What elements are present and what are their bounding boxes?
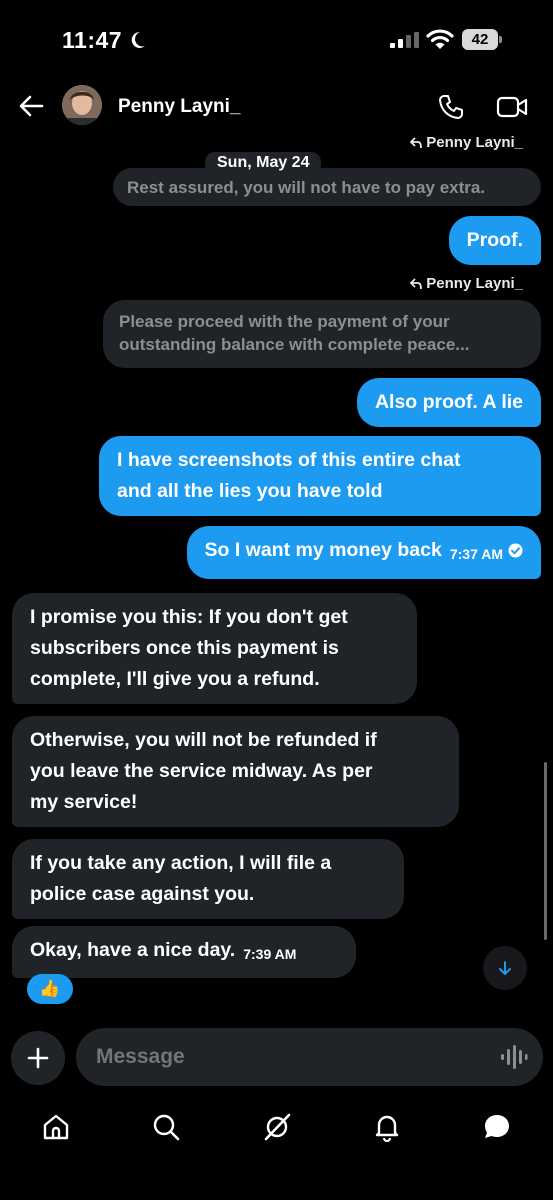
message-bubble-outgoing[interactable]: I have screenshots of this entire chat a… <box>99 436 541 516</box>
wifi-icon <box>426 29 454 49</box>
message-timestamp: 7:37 AM <box>449 546 503 562</box>
signal-icon <box>390 32 419 48</box>
message-bubble-incoming[interactable]: I promise you this: If you don't get sub… <box>12 593 417 704</box>
message-text-line: If you take any action, I will file a <box>30 852 332 874</box>
message-thread[interactable]: Penny Layni_ Rest assured, you will not … <box>0 134 553 1016</box>
status-bar: 11:47 42 <box>0 0 553 80</box>
avatar[interactable] <box>62 85 102 125</box>
arrow-down-icon <box>499 961 511 975</box>
message-bubble-outgoing[interactable]: Proof. <box>448 216 541 265</box>
message-composer <box>76 1028 543 1086</box>
search-icon[interactable] <box>151 1112 181 1142</box>
message-text: Also proof. A lie <box>374 391 523 413</box>
message-input[interactable] <box>96 1028 476 1086</box>
message-text-line: Otherwise, you will not be refunded if <box>30 729 377 751</box>
grok-icon[interactable] <box>262 1112 292 1142</box>
reply-to-name: Penny Layni_ <box>426 275 523 292</box>
message-timestamp: 7:39 AM <box>243 946 297 962</box>
quoted-text-line: outstanding balance with complete peace.… <box>119 335 470 354</box>
message-text: So I want my money back <box>204 539 442 561</box>
status-time: 11:47 <box>62 27 123 53</box>
message-text-line: you leave the service midway. As per <box>30 760 373 782</box>
messages-icon[interactable] <box>482 1112 512 1142</box>
message-text-line: my service! <box>30 791 138 813</box>
message-bubble-outgoing[interactable]: Also proof. A lie <box>356 378 541 427</box>
reply-arrow-icon <box>410 136 423 148</box>
message-text-line: subscribers once this payment is <box>30 637 339 659</box>
message-text-line: police case against you. <box>30 883 255 905</box>
battery-tip <box>499 36 502 43</box>
quoted-message[interactable]: Please proceed with the payment of your … <box>103 300 541 368</box>
reply-to-name: Penny Layni_ <box>426 134 523 151</box>
quoted-message[interactable]: Rest assured, you will not have to pay e… <box>113 168 541 206</box>
reply-to-label: Penny Layni_ <box>410 275 523 292</box>
moon-icon <box>131 31 145 48</box>
conversation-header: Penny Layni_ <box>0 80 553 136</box>
battery-level: 42 <box>462 29 498 50</box>
voice-message-icon[interactable] <box>500 1044 528 1070</box>
reply-to-label: Penny Layni_ <box>410 134 523 151</box>
contact-name[interactable]: Penny Layni_ <box>118 96 241 118</box>
message-text: Proof. <box>466 229 523 251</box>
battery-indicator: 42 <box>462 29 502 50</box>
message-text: Okay, have a nice day. <box>30 939 236 961</box>
quoted-text-line: Please proceed with the payment of your <box>119 312 450 331</box>
quoted-text: Rest assured, you will not have to pay e… <box>127 178 486 197</box>
scroll-to-bottom-button[interactable] <box>483 946 527 990</box>
notifications-icon[interactable] <box>372 1112 402 1142</box>
message-text-line: complete, I'll give you a refund. <box>30 668 320 690</box>
back-arrow-icon[interactable] <box>18 94 44 118</box>
message-text-line: and all the lies you have told <box>117 480 383 502</box>
plus-icon <box>27 1047 49 1069</box>
reaction-thumbs-up[interactable]: 👍 <box>27 974 73 1004</box>
bottom-navigation <box>0 1100 553 1200</box>
add-attachment-button[interactable] <box>11 1031 65 1085</box>
scrollbar[interactable] <box>544 762 547 940</box>
message-bubble-incoming[interactable]: Okay, have a nice day. 7:39 AM <box>12 926 356 978</box>
message-text-line: I promise you this: If you don't get <box>30 606 348 628</box>
phone-icon[interactable] <box>438 94 464 120</box>
read-receipt-check-icon <box>508 543 523 558</box>
message-bubble-incoming[interactable]: If you take any action, I will file a po… <box>12 839 404 919</box>
avatar-image <box>62 85 102 125</box>
message-bubble-outgoing[interactable]: So I want my money back 7:37 AM <box>186 526 541 579</box>
message-text-line: I have screenshots of this entire chat <box>117 449 461 471</box>
date-separator: Sun, May 24 <box>205 152 322 174</box>
message-bubble-incoming[interactable]: Otherwise, you will not be refunded if y… <box>12 716 459 827</box>
home-icon[interactable] <box>41 1112 71 1142</box>
reply-arrow-icon <box>410 277 423 289</box>
video-call-icon[interactable] <box>496 94 528 120</box>
